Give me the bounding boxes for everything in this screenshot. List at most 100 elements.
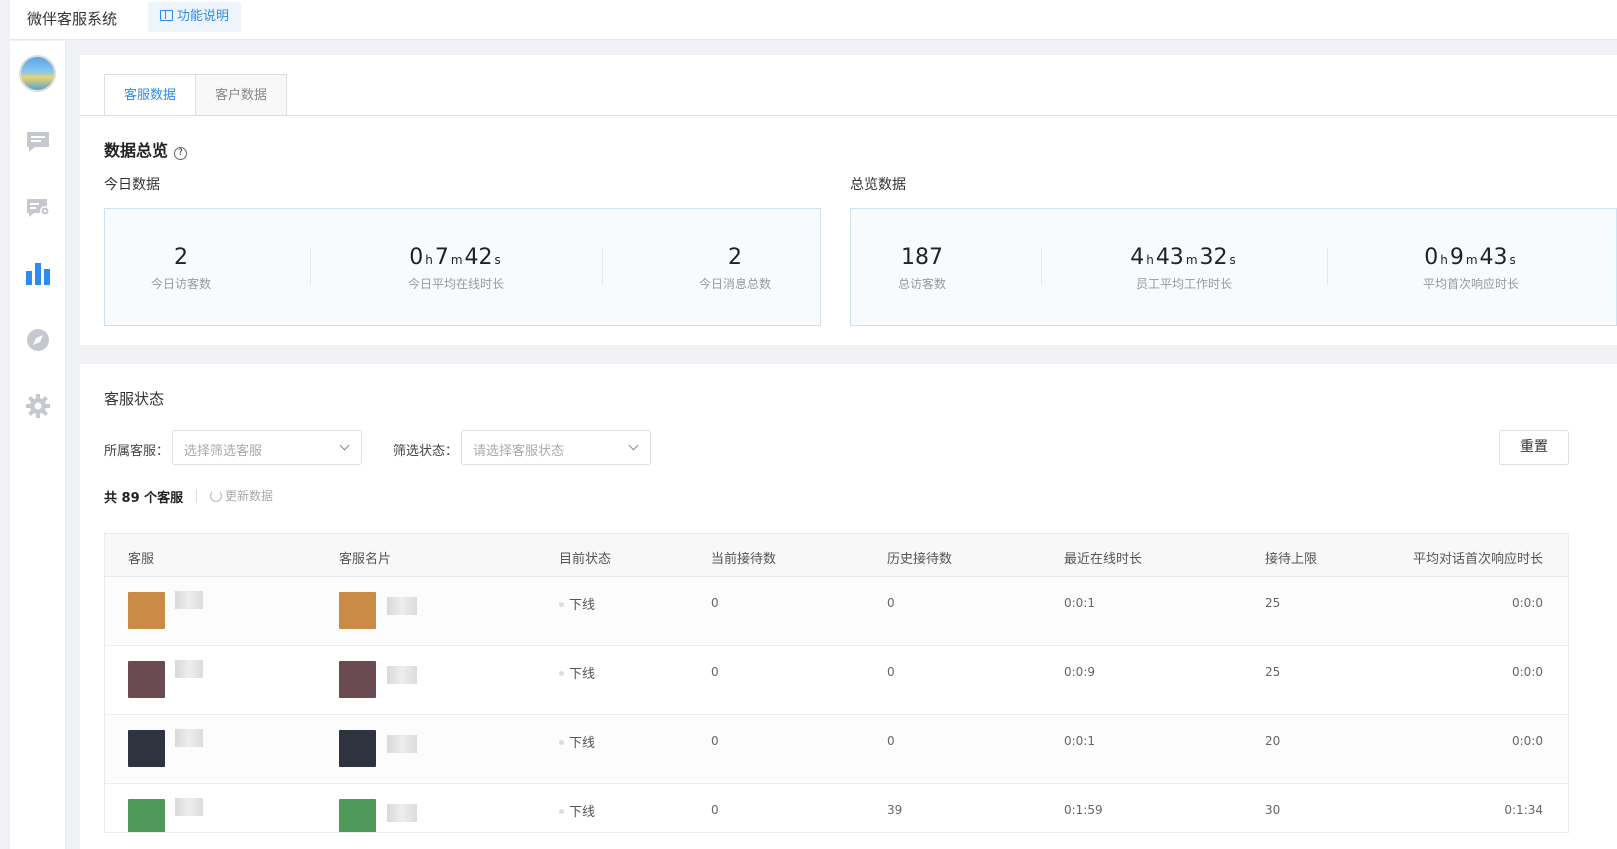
recent-online-cell: 0:0:1 <box>1064 734 1095 748</box>
user-avatar[interactable] <box>19 55 56 92</box>
stat-value: 0 h9 m43 s <box>1424 245 1516 270</box>
agent-select-placeholder: 选择筛选客服 <box>184 444 263 459</box>
recent-online-cell: 0:0:1 <box>1064 596 1095 610</box>
overview-title-text: 数据总览 <box>104 141 169 160</box>
status-text: 下线 <box>569 598 596 613</box>
stat-label: 总访客数 <box>897 277 946 291</box>
stat-value: 187 <box>901 245 943 270</box>
stat-divider <box>310 247 311 285</box>
stat-today-visitors: 2 今日访客数 <box>131 245 231 292</box>
agent-avatar <box>128 661 165 698</box>
table-row[interactable]: 下线 0 0 0:0:1 25 0:0:0 <box>105 577 1568 646</box>
history-cell: 0 <box>887 734 895 748</box>
status-text: 下线 <box>569 667 596 682</box>
book-icon <box>160 10 173 21</box>
sidebar <box>10 41 66 849</box>
help-button[interactable]: 功能说明 <box>148 2 242 32</box>
status-text: 下线 <box>569 736 596 751</box>
status-cell: 下线 <box>559 732 595 751</box>
status-select[interactable]: 请选择客服状态 <box>461 430 651 465</box>
refresh-button[interactable]: 更新数据 <box>210 487 273 504</box>
total-stats-box: 187 总访客数 4 h43 m32 s 员工平均工作时长 0 h9 m43 s 平均首次响… <box>850 208 1617 326</box>
col-avg-response: 平均对话首次响应时长 <box>1412 552 1543 567</box>
limit-cell: 25 <box>1265 596 1281 610</box>
stat-value: 4 h43 m32 s <box>1130 245 1236 270</box>
card-name-redacted <box>387 666 417 684</box>
today-stats-box: 2 今日访客数 0 h7 m42 s 今日平均在线时长 2 今日消息总数 <box>104 208 821 326</box>
chat-icon[interactable] <box>24 128 52 156</box>
limit-cell: 25 <box>1265 665 1281 679</box>
table-header: 客服 客服名片 目前状态 当前接待数 历史接待数 最近在线时长 接待上限 平均对… <box>105 534 1568 577</box>
refresh-icon <box>210 490 222 502</box>
status-cell: 下线 <box>559 663 595 682</box>
agent-select[interactable]: 选择筛选客服 <box>172 430 362 465</box>
stat-today-avg-online: 0 h7 m42 s 今日平均在线时长 <box>381 245 531 292</box>
col-agent: 客服 <box>128 552 155 567</box>
agent-table: 客服 客服名片 目前状态 当前接待数 历史接待数 最近在线时长 接待上限 平均对… <box>104 533 1569 833</box>
card-avatar <box>339 661 376 698</box>
status-cell: 下线 <box>559 594 595 613</box>
agent-name-redacted <box>175 798 203 816</box>
bar-chart-icon[interactable] <box>24 260 52 288</box>
tab-divider <box>80 115 1617 116</box>
stat-avg-first-response: 0 h9 m43 s 平均首次响应时长 <box>1401 245 1541 292</box>
current-cell: 0 <box>711 596 719 610</box>
avg-response-cell: 0:1:34 <box>1504 803 1543 817</box>
agent-count: 共 89 个客服 <box>104 491 184 506</box>
avg-response-cell: 0:0:0 <box>1512 596 1543 610</box>
col-history: 历史接待数 <box>887 552 953 567</box>
recent-online-cell: 0:0:9 <box>1064 665 1095 679</box>
col-limit: 接待上限 <box>1265 552 1318 567</box>
status-dot <box>559 602 564 607</box>
limit-cell: 20 <box>1265 734 1281 748</box>
status-text: 下线 <box>569 805 596 820</box>
agent-avatar <box>128 592 165 629</box>
stat-label: 员工平均工作时长 <box>1135 277 1232 291</box>
top-bar: 微伴客服系统 功能说明 <box>10 0 1617 40</box>
col-card: 客服名片 <box>339 552 392 567</box>
table-row[interactable]: 下线 0 0 0:0:9 25 0:0:0 <box>105 646 1568 715</box>
agent-name-redacted <box>175 729 203 747</box>
compass-icon[interactable] <box>24 326 52 354</box>
table-row[interactable]: 下线 0 0 0:0:1 20 0:0:0 <box>105 715 1568 784</box>
chevron-down-icon <box>339 440 350 451</box>
limit-cell: 30 <box>1265 803 1281 817</box>
stat-value: 2 <box>174 245 188 270</box>
history-cell: 0 <box>887 596 895 610</box>
chat-settings-icon[interactable] <box>24 194 52 222</box>
agent-avatar <box>128 799 165 832</box>
history-cell: 39 <box>887 803 903 817</box>
app-title: 微伴客服系统 <box>27 10 118 28</box>
agent-avatar <box>128 730 165 767</box>
stat-divider <box>1327 247 1328 285</box>
stat-today-messages: 2 今日消息总数 <box>685 245 785 292</box>
col-current: 当前接待数 <box>711 552 777 567</box>
current-cell: 0 <box>711 665 719 679</box>
reset-button[interactable]: 重置 <box>1499 430 1569 465</box>
card-name-redacted <box>387 804 417 822</box>
stat-label: 今日平均在线时长 <box>407 277 504 291</box>
stat-value: 0 h7 m42 s <box>409 245 501 270</box>
current-cell: 0 <box>711 803 719 817</box>
agent-name-redacted <box>175 660 203 678</box>
col-recent-online: 最近在线时长 <box>1064 552 1143 567</box>
chevron-down-icon <box>628 440 639 451</box>
table-row[interactable]: 下线 0 39 0:1:59 30 0:1:34 <box>105 784 1568 832</box>
tab-customer-data[interactable]: 客户数据 <box>196 74 288 116</box>
gear-icon[interactable] <box>24 392 52 420</box>
avg-response-cell: 0:0:0 <box>1512 665 1543 679</box>
tab-agent-data[interactable]: 客服数据 <box>104 74 197 116</box>
stat-divider <box>602 247 603 285</box>
avg-response-cell: 0:0:0 <box>1512 734 1543 748</box>
divider <box>196 489 197 503</box>
refresh-label: 更新数据 <box>225 489 274 503</box>
filter-agent-label: 所属客服： <box>104 444 170 459</box>
current-cell: 0 <box>711 734 719 748</box>
help-button-label: 功能说明 <box>177 9 230 24</box>
col-status: 目前状态 <box>559 552 612 567</box>
history-cell: 0 <box>887 665 895 679</box>
overview-title: 数据总览? <box>104 137 188 161</box>
help-circle-icon[interactable]: ? <box>174 147 188 160</box>
card-name-redacted <box>387 597 417 615</box>
agent-name-redacted <box>175 591 203 609</box>
